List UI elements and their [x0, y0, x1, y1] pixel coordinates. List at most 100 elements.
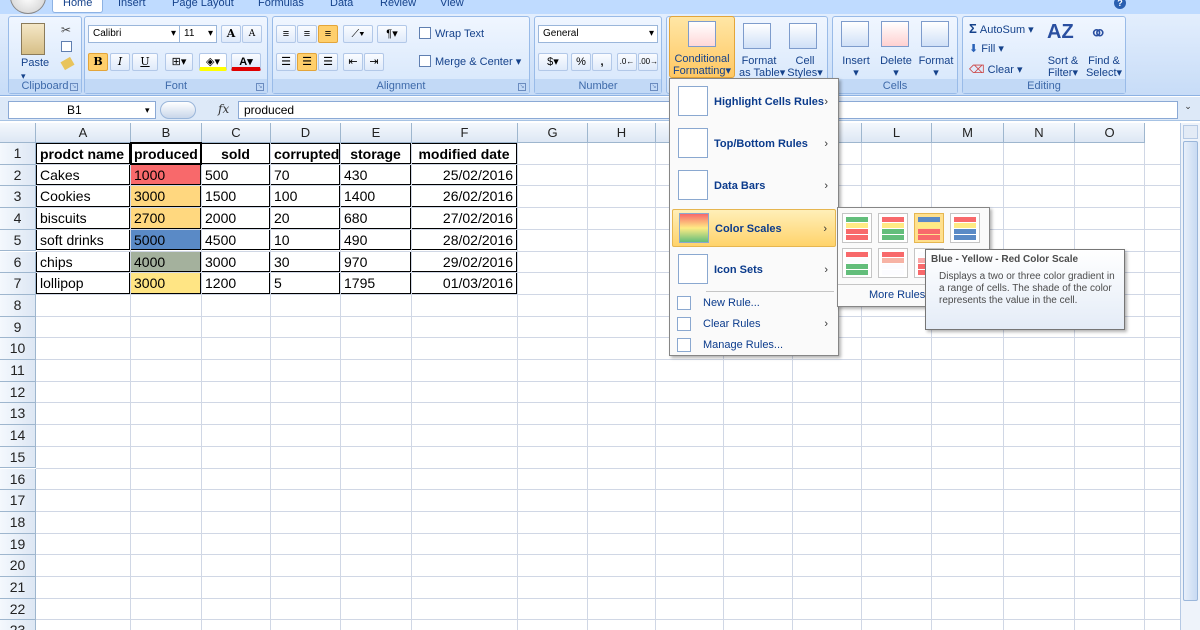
conditional-formatting-button[interactable]: Conditional Formatting▾: [669, 16, 735, 78]
tab-insert[interactable]: Insert: [108, 0, 156, 13]
vertical-scrollbar[interactable]: [1180, 123, 1200, 630]
borders-icon[interactable]: ⊞▾: [165, 53, 193, 71]
data-cell[interactable]: 1200: [202, 273, 270, 294]
header-cell[interactable]: storage: [341, 143, 411, 164]
data-cell[interactable]: lollipop: [36, 273, 130, 294]
alignment-launcher-icon[interactable]: ↘: [518, 83, 526, 91]
tab-formulas[interactable]: Formulas: [248, 0, 314, 13]
name-box-dropdown-icon[interactable]: ▾: [145, 102, 150, 118]
clear-button[interactable]: ⌫ Clear ▾: [969, 64, 1023, 76]
column-header-L[interactable]: L: [862, 123, 932, 143]
align-right-icon[interactable]: ☰: [318, 53, 338, 71]
format-as-table-button[interactable]: Format as Table▾: [739, 55, 785, 79]
menu-item-clear-rules[interactable]: Clear Rules ›: [672, 314, 836, 334]
row-header-11[interactable]: 11: [0, 360, 36, 382]
row-header-17[interactable]: 17: [0, 490, 36, 512]
paste-icon[interactable]: [21, 23, 45, 55]
delete-cells-button[interactable]: Delete ▾: [877, 55, 915, 79]
data-cell[interactable]: 1400: [341, 186, 411, 208]
column-header-H[interactable]: H: [588, 123, 656, 143]
name-box[interactable]: B1 ▾: [8, 101, 156, 119]
align-middle-icon[interactable]: ≡: [297, 25, 317, 43]
cut-icon[interactable]: ✂: [61, 23, 71, 37]
row-header-12[interactable]: 12: [0, 381, 36, 404]
data-cell[interactable]: 1795: [341, 273, 411, 294]
shrink-font-button[interactable]: A: [242, 25, 262, 43]
row-header-15[interactable]: 15: [0, 446, 36, 469]
row-header-20[interactable]: 20: [0, 555, 36, 577]
header-cell[interactable]: produced: [131, 143, 201, 164]
help-icon[interactable]: ?: [1114, 0, 1126, 9]
data-cell[interactable]: 5: [271, 273, 340, 294]
green-white-red-scale[interactable]: [842, 248, 872, 278]
format-painter-icon[interactable]: [60, 56, 75, 71]
data-cell[interactable]: 25/02/2016: [412, 164, 517, 186]
data-cell[interactable]: 26/02/2016: [412, 186, 517, 208]
row-header-16[interactable]: 16: [0, 468, 36, 491]
row-header-3[interactable]: 3: [0, 186, 36, 209]
row-header-6[interactable]: 6: [0, 251, 36, 274]
underline-button[interactable]: U: [132, 53, 158, 71]
data-cell[interactable]: 10: [271, 229, 340, 251]
data-cell[interactable]: 2000: [202, 208, 270, 229]
menu-item-top-bottom-rules[interactable]: Top/Bottom Rules ›: [672, 125, 836, 163]
column-header-N[interactable]: N: [1004, 123, 1075, 143]
menu-item-new-rule[interactable]: New Rule...: [672, 293, 836, 313]
decrease-decimal-icon[interactable]: .00→: [638, 53, 658, 71]
currency-icon[interactable]: $▾: [538, 53, 568, 71]
data-cell[interactable]: 490: [341, 229, 411, 251]
green-yellow-red-scale[interactable]: [842, 213, 872, 243]
data-cell[interactable]: 3000: [202, 251, 270, 273]
data-cell[interactable]: 5000: [131, 229, 201, 251]
data-cell[interactable]: 3000: [131, 273, 201, 294]
increase-indent-icon[interactable]: ⇥: [364, 53, 384, 71]
red-yellow-blue-scale[interactable]: [950, 213, 980, 243]
align-bottom-icon[interactable]: ≡: [318, 25, 338, 43]
data-cell[interactable]: 500: [202, 164, 270, 186]
select-all-corner[interactable]: [0, 123, 36, 143]
row-header-21[interactable]: 21: [0, 577, 36, 599]
paste-button[interactable]: Paste: [21, 57, 49, 69]
data-cell[interactable]: Cakes: [36, 164, 130, 186]
percent-button[interactable]: %: [571, 53, 591, 71]
tab-review[interactable]: Review: [370, 0, 426, 13]
tab-view[interactable]: View: [430, 0, 474, 13]
data-cell[interactable]: 680: [341, 208, 411, 229]
font-launcher-icon[interactable]: ↘: [256, 83, 264, 91]
column-header-F[interactable]: F: [412, 123, 518, 143]
row-header-5[interactable]: 5: [0, 229, 36, 252]
align-top-icon[interactable]: ≡: [276, 25, 296, 43]
column-header-M[interactable]: M: [932, 123, 1004, 143]
copy-icon[interactable]: [61, 41, 72, 52]
column-header-E[interactable]: E: [341, 123, 412, 143]
blue-yellow-red-scale[interactable]: [914, 213, 944, 243]
data-cell[interactable]: 3000: [131, 186, 201, 208]
tab-home[interactable]: Home: [52, 0, 104, 13]
font-color-icon[interactable]: A▾: [231, 53, 261, 71]
header-cell[interactable]: sold: [202, 143, 270, 164]
data-cell[interactable]: 430: [341, 164, 411, 186]
menu-item-color-scales[interactable]: Color Scales ›: [672, 209, 836, 247]
row-header-10[interactable]: 10: [0, 338, 36, 360]
scroll-thumb[interactable]: [1183, 141, 1198, 601]
data-cell[interactable]: 4000: [131, 251, 201, 273]
header-cell[interactable]: prodct name: [36, 143, 130, 164]
column-header-A[interactable]: A: [36, 123, 131, 143]
formula-bar-handle[interactable]: [160, 101, 196, 119]
increase-decimal-icon[interactable]: .0←: [617, 53, 637, 71]
worksheet-grid[interactable]: ABCDEFGHIJKLMNO1234567891011121314151617…: [0, 123, 1180, 630]
align-left-icon[interactable]: ☰: [276, 53, 296, 71]
tab-data[interactable]: Data: [320, 0, 363, 13]
menu-item-manage-rules[interactable]: Manage Rules...: [672, 335, 836, 355]
row-header-4[interactable]: 4: [0, 208, 36, 230]
data-cell[interactable]: 100: [271, 186, 340, 208]
font-name-select[interactable]: Calibri ▾: [88, 25, 180, 43]
column-header-O[interactable]: O: [1075, 123, 1145, 143]
wrap-text-button[interactable]: Wrap Text: [435, 28, 484, 40]
row-header-7[interactable]: 7: [0, 273, 36, 295]
cell-styles-button[interactable]: Cell Styles▾: [785, 55, 825, 79]
data-cell[interactable]: 30: [271, 251, 340, 273]
data-cell[interactable]: biscuits: [36, 208, 130, 229]
format-cells-button[interactable]: Format ▾: [917, 55, 955, 79]
fill-button[interactable]: ⬇ Fill ▾: [969, 43, 1004, 55]
